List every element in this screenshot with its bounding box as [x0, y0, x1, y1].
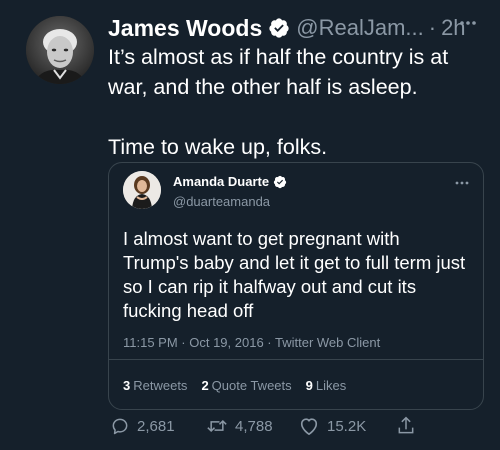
quote-tweets-stat[interactable]: 2 Quote Tweets [201, 378, 291, 393]
tweet-header: James Woods @RealJam... · 2h [108, 12, 494, 44]
quoted-author-handle[interactable]: @duarteamanda [173, 194, 270, 209]
heart-icon [300, 418, 318, 435]
quoted-author-name-row: Amanda Duarte [173, 174, 287, 189]
quote-tweets-label: Quote Tweets [211, 378, 292, 393]
author-avatar[interactable] [26, 16, 94, 84]
quoted-avatar-image [123, 171, 161, 209]
retweets-stat[interactable]: 3 Retweets [123, 378, 187, 393]
like-count: 15.2K [327, 417, 367, 435]
quoted-tweet-card[interactable]: Amanda Duarte @duarteamanda I almost wan… [108, 162, 484, 410]
quoted-tweet-meta: 11:15 PM · Oct 19, 2016 · Twitter Web Cl… [123, 335, 381, 350]
author-avatar-image [26, 16, 94, 84]
reply-button[interactable]: 2,681 [110, 414, 175, 438]
retweet-count: 4,788 [235, 417, 273, 435]
header-separator: · [428, 15, 437, 40]
tweet-text-line: Time to wake up, folks. [108, 135, 328, 159]
quoted-tweet-text: I almost want to get pregnant with Trump… [123, 228, 466, 321]
retweets-label: Retweets [133, 378, 188, 393]
share-button[interactable] [396, 414, 423, 438]
tweet-text: It’s almost as if half the country is at… [108, 42, 488, 162]
retweet-button[interactable]: 4,788 [206, 414, 273, 438]
quoted-author-name[interactable]: Amanda Duarte [173, 174, 269, 189]
quote-tweets-count: 2 [201, 378, 209, 393]
author-handle[interactable]: @RealJam... [296, 15, 423, 41]
reply-count: 2,681 [137, 417, 175, 435]
quoted-author-avatar[interactable] [123, 171, 161, 209]
retweet-icon [207, 419, 227, 433]
more-horizontal-icon[interactable] [452, 175, 472, 185]
likes-count: 9 [305, 378, 313, 393]
retweets-count: 3 [123, 378, 131, 393]
likes-label: Likes [315, 378, 347, 393]
likes-stat[interactable]: 9 Likes [306, 378, 347, 393]
reply-icon [112, 418, 128, 435]
verified-badge-icon [273, 175, 287, 189]
share-icon [398, 416, 414, 434]
verified-badge-icon [268, 17, 290, 39]
tweet-actions: 2,681 4,788 15.2K [108, 414, 488, 438]
author-name[interactable]: James Woods [108, 15, 262, 42]
divider [109, 359, 483, 360]
tweet-text-line: It’s almost as if half the country is at… [108, 45, 449, 99]
quoted-tweet-stats: 3 Retweets 2 Quote Tweets 9 Likes [123, 378, 346, 393]
more-horizontal-icon[interactable] [455, 14, 481, 32]
like-button[interactable]: 15.2K [298, 414, 366, 438]
